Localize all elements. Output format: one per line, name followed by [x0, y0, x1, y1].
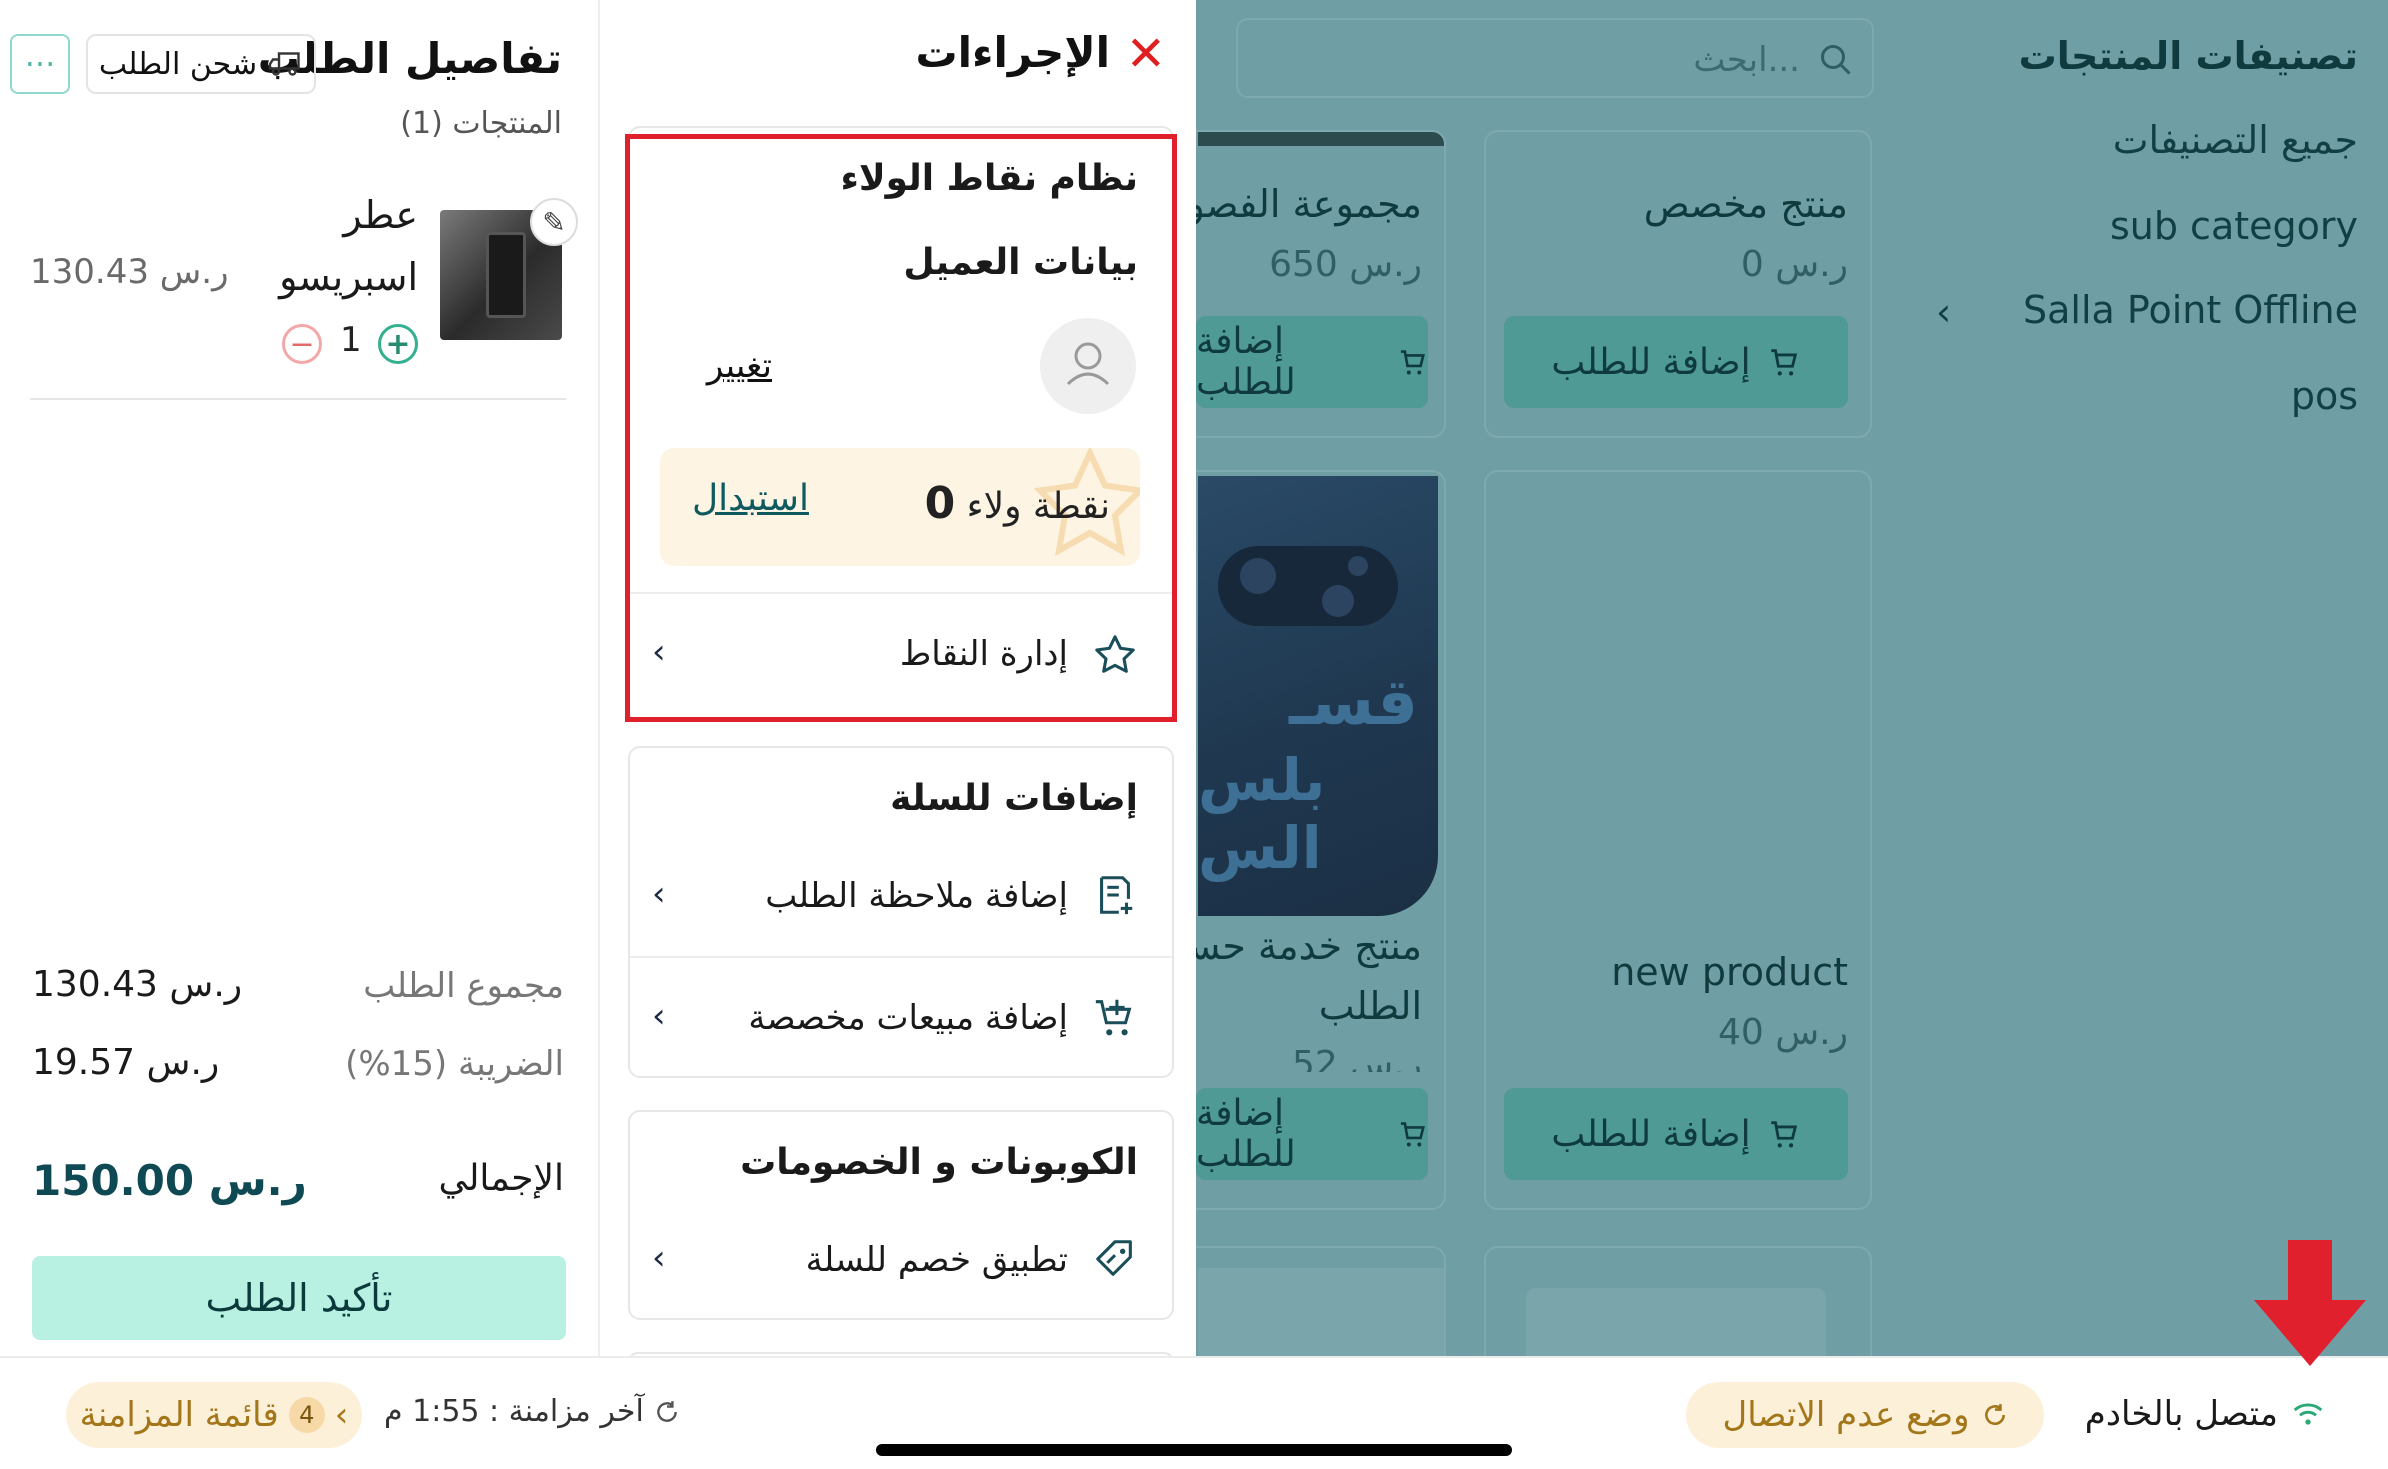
sync-queue-button[interactable]: قائمة المزامنة 4 ‹ — [66, 1382, 362, 1448]
sync-icon — [656, 1400, 677, 1422]
category-all[interactable]: جميع التصنيفات — [2113, 118, 2358, 162]
server-status-label: متصل بالخادم — [2084, 1394, 2278, 1434]
confirm-order-button[interactable]: تأكيد الطلب — [32, 1256, 566, 1340]
product-card[interactable]: مجموعة الفصول 650 ر.س إضافة للطلب — [1196, 130, 1446, 438]
promo-text: قسـ — [1289, 666, 1418, 740]
home-indicator — [876, 1444, 1512, 1456]
tax-value: 19.57 ر.س — [32, 1042, 220, 1083]
offline-mode-button[interactable]: وضع عدم الاتصال — [1686, 1382, 2044, 1448]
search-input[interactable]: ابحث... — [1693, 40, 1800, 80]
category-pos[interactable]: pos — [2291, 374, 2358, 418]
cart-add-icon — [1400, 1122, 1425, 1147]
cart-add-icon — [1095, 999, 1132, 1036]
product-title: منتج مخصص — [1643, 182, 1848, 226]
promo-text: بلس الس — [1198, 746, 1326, 882]
server-status: متصل بالخادم — [2085, 1394, 2324, 1434]
close-icon[interactable]: ✕ — [1126, 26, 1166, 82]
truck-icon — [268, 52, 300, 76]
gamepad-icon — [1218, 546, 1398, 626]
add-note-label: إضافة ملاحظة الطلب — [765, 876, 1068, 916]
product-card[interactable]: new product 40 ر.س إضافة للطلب — [1484, 470, 1872, 1210]
edit-icon[interactable]: ✎ — [530, 198, 578, 246]
products-count: المنتجات (1) — [400, 106, 562, 141]
cart-add-icon — [1770, 1121, 1797, 1148]
search-icon — [1821, 45, 1851, 75]
product-title: new product — [1611, 950, 1848, 994]
product-name: عطر اسبريسو — [279, 193, 418, 299]
sync-icon — [1984, 1404, 2005, 1426]
increase-qty-button[interactable]: + — [378, 324, 418, 364]
more-options-button[interactable]: ··· — [10, 34, 70, 94]
quantity-value: 1 — [340, 320, 362, 360]
chevron-left-icon: ‹ — [334, 1395, 349, 1435]
categories-title: تصنيفات المنتجات — [2018, 34, 2358, 78]
product-price: 40 ر.س — [1717, 1012, 1848, 1053]
cart-add-icon — [1770, 349, 1797, 376]
product-price: 52 ر.س — [1291, 1044, 1422, 1072]
decrease-qty-button[interactable]: − — [282, 324, 322, 364]
category-sub[interactable]: sub category — [2110, 204, 2358, 248]
subtotal-value: 130.43 ر.س — [32, 964, 243, 1005]
add-to-order-button[interactable]: إضافة للطلب — [1504, 1088, 1848, 1180]
add-to-order-button[interactable]: إضافة للطلب — [1504, 316, 1848, 408]
product-image — [1526, 1288, 1826, 1356]
product-image: قسـ بلس الس — [1198, 476, 1438, 916]
product-image — [1198, 1268, 1444, 1356]
product-card[interactable] — [1196, 1246, 1446, 1356]
product-title: الطلب — [1318, 984, 1422, 1028]
highlight-box — [625, 134, 1177, 722]
divider — [30, 398, 566, 400]
custom-sale-row[interactable]: إضافة مبيعات مخصصة ‹ — [630, 958, 1172, 1076]
apply-discount-row[interactable]: تطبيق خصم للسلة ‹ — [630, 1200, 1172, 1318]
add-note-row[interactable]: إضافة ملاحظة الطلب ‹ — [630, 836, 1172, 954]
product-title: منتج خدمة حسب — [1196, 924, 1422, 968]
custom-sale-label: إضافة مبيعات مخصصة — [748, 998, 1068, 1038]
status-bar: متصل بالخادم وضع عدم الاتصال آخر مزامنة … — [0, 1356, 2388, 1469]
order-details-pane: تفاصيل الطلب شحن الطلب ··· المنتجات (1) … — [0, 0, 598, 1356]
product-card[interactable]: منتج مخصص 0 ر.س إضافة للطلب — [1484, 130, 1872, 438]
product-line-price: 130.43 ر.س — [30, 252, 229, 292]
perfume-bottle-image — [486, 232, 526, 318]
chevron-left-icon[interactable]: ‹ — [1936, 290, 1951, 334]
card-top-bar — [1198, 132, 1444, 146]
total-value: 150.00 ر.س — [32, 1156, 307, 1205]
search-box[interactable]: ابحث... — [1236, 18, 1874, 98]
product-price: 650 ر.س — [1269, 244, 1422, 285]
queue-count-badge: 4 — [288, 1397, 325, 1433]
last-sync-status: آخر مزامنة : 1:55 م — [384, 1394, 680, 1429]
note-add-icon — [1100, 876, 1133, 915]
wifi-icon — [2293, 1403, 2323, 1425]
product-card[interactable]: قسـ بلس الس منتج خدمة حسب الطلب 52 ر.س إ… — [1196, 470, 1446, 1210]
chevron-left-icon: ‹ — [652, 1238, 666, 1278]
catalog-pane: ابحث... تصنيفات المنتجات جميع التصنيفات … — [1196, 0, 2388, 1356]
product-card[interactable] — [1484, 1246, 1872, 1356]
chevron-left-icon: ‹ — [652, 874, 666, 914]
subtotal-label: مجموع الطلب — [363, 966, 564, 1006]
apply-discount-label: تطبيق خصم للسلة — [805, 1240, 1068, 1280]
category-salla-point[interactable]: Salla Point Offline — [2023, 288, 2358, 332]
tax-rate: (15%) — [345, 1044, 448, 1084]
add-to-order-button[interactable]: إضافة للطلب — [1196, 316, 1428, 408]
cart-addons-heading: إضافات للسلة — [890, 778, 1138, 819]
coupons-heading: الكوبونات و الخصومات — [740, 1142, 1138, 1183]
coupons-section: الكوبونات و الخصومات تطبيق خصم للسلة ‹ — [628, 1110, 1174, 1320]
arrow-down-icon — [2254, 1240, 2366, 1366]
cart-addons-section: إضافات للسلة إضافة ملاحظة الطلب ‹ إضافة … — [628, 746, 1174, 1078]
discount-tag-icon — [1096, 1240, 1132, 1276]
tax-label-group: الضريبة (15%) — [345, 1044, 564, 1084]
product-price: 0 ر.س — [1740, 244, 1848, 285]
chevron-left-icon: ‹ — [652, 996, 666, 1036]
actions-title: الإجراءات — [915, 28, 1110, 77]
ship-order-button[interactable]: شحن الطلب — [86, 34, 316, 94]
cart-add-icon — [1400, 350, 1425, 375]
add-to-order-button[interactable]: إضافة للطلب — [1196, 1088, 1428, 1180]
total-label: الإجمالي — [438, 1158, 564, 1199]
tax-label: الضريبة — [457, 1044, 564, 1084]
product-title: مجموعة الفصول — [1196, 182, 1422, 226]
